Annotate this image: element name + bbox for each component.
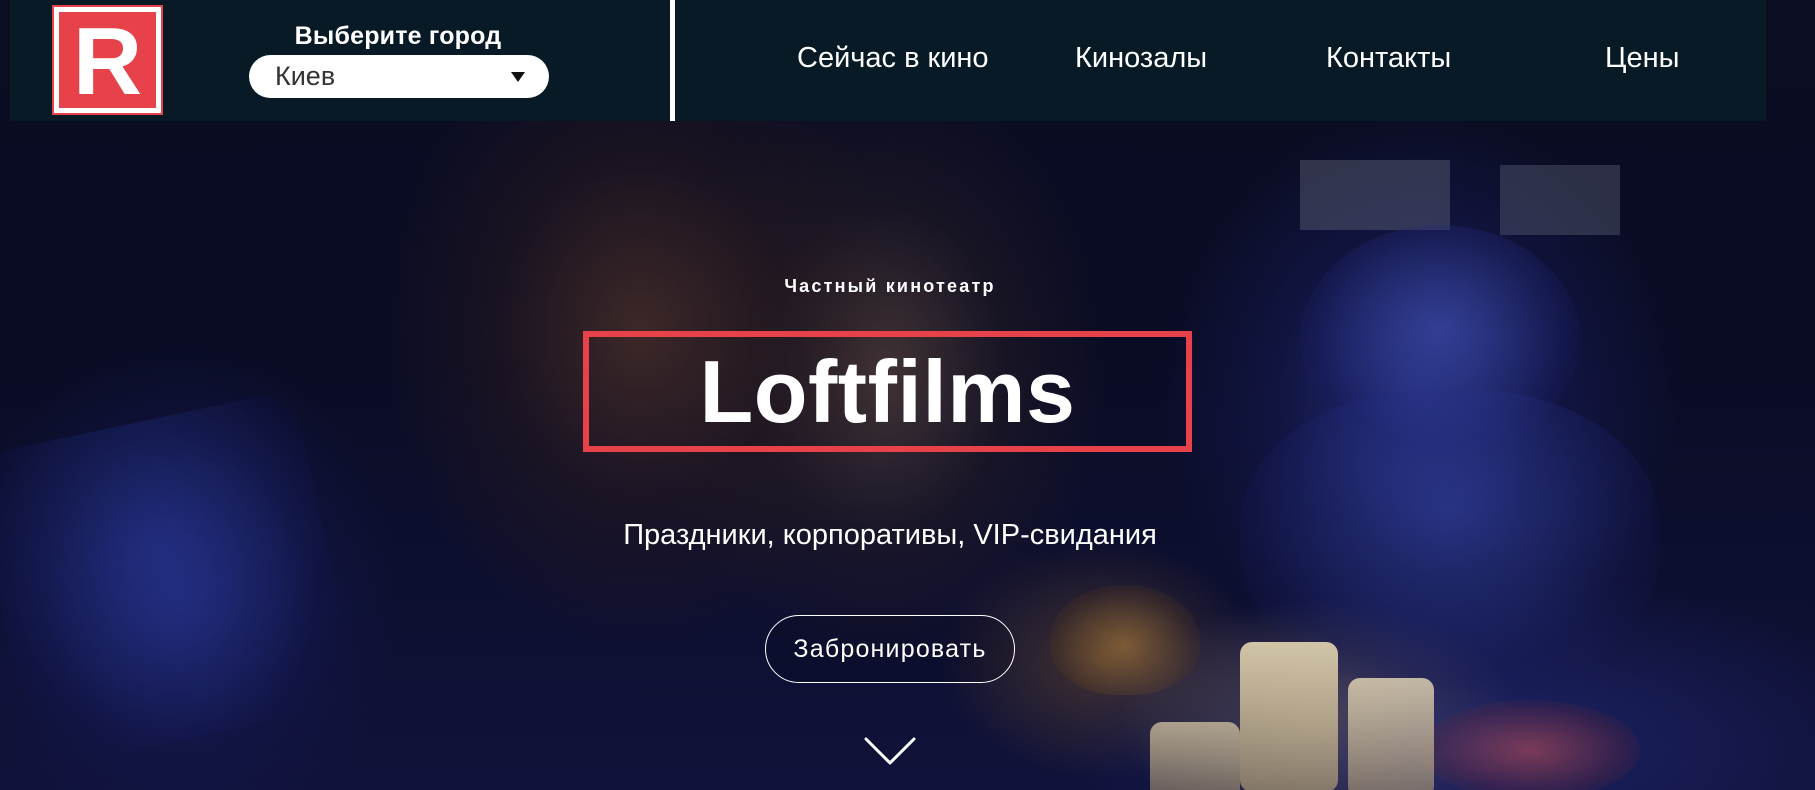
logo-letter: R	[72, 8, 143, 115]
nav-item-now-showing[interactable]: Сейчас в кино	[797, 42, 989, 75]
header-divider	[670, 0, 675, 121]
city-select-label: Выберите город	[294, 22, 502, 50]
hero-title: Loftfilms	[699, 341, 1076, 441]
background-pillow	[0, 389, 360, 771]
book-button[interactable]: Забронировать	[765, 615, 1015, 683]
city-select-value: Киев	[275, 61, 336, 91]
site-logo[interactable]: R	[52, 5, 163, 115]
nav-item-cinema-halls[interactable]: Кинозалы	[1075, 42, 1207, 75]
background-candle	[1150, 722, 1240, 790]
background-rose-petals	[1420, 700, 1640, 790]
hero-subtitle: Праздники, корпоративы, VIP-свидания	[623, 519, 1157, 551]
hero-eyebrow: Частный кинотеатр	[784, 276, 996, 296]
nav-item-prices[interactable]: Цены	[1605, 42, 1679, 75]
chevron-down-icon[interactable]	[862, 735, 918, 767]
caret-down-icon	[511, 72, 525, 82]
city-select[interactable]: Киев	[249, 55, 549, 98]
background-window	[1300, 160, 1450, 230]
site-header: R Выберите город Киев Сейчас в кино Кино…	[10, 0, 1766, 121]
background-teapot	[1050, 585, 1200, 695]
background-candle	[1348, 678, 1434, 790]
background-teddy-bear-head	[1300, 225, 1580, 455]
hero-title-frame: Loftfilms	[583, 331, 1192, 452]
background-candle	[1240, 642, 1338, 790]
nav-item-contacts[interactable]: Контакты	[1326, 42, 1451, 75]
background-window	[1500, 165, 1620, 235]
